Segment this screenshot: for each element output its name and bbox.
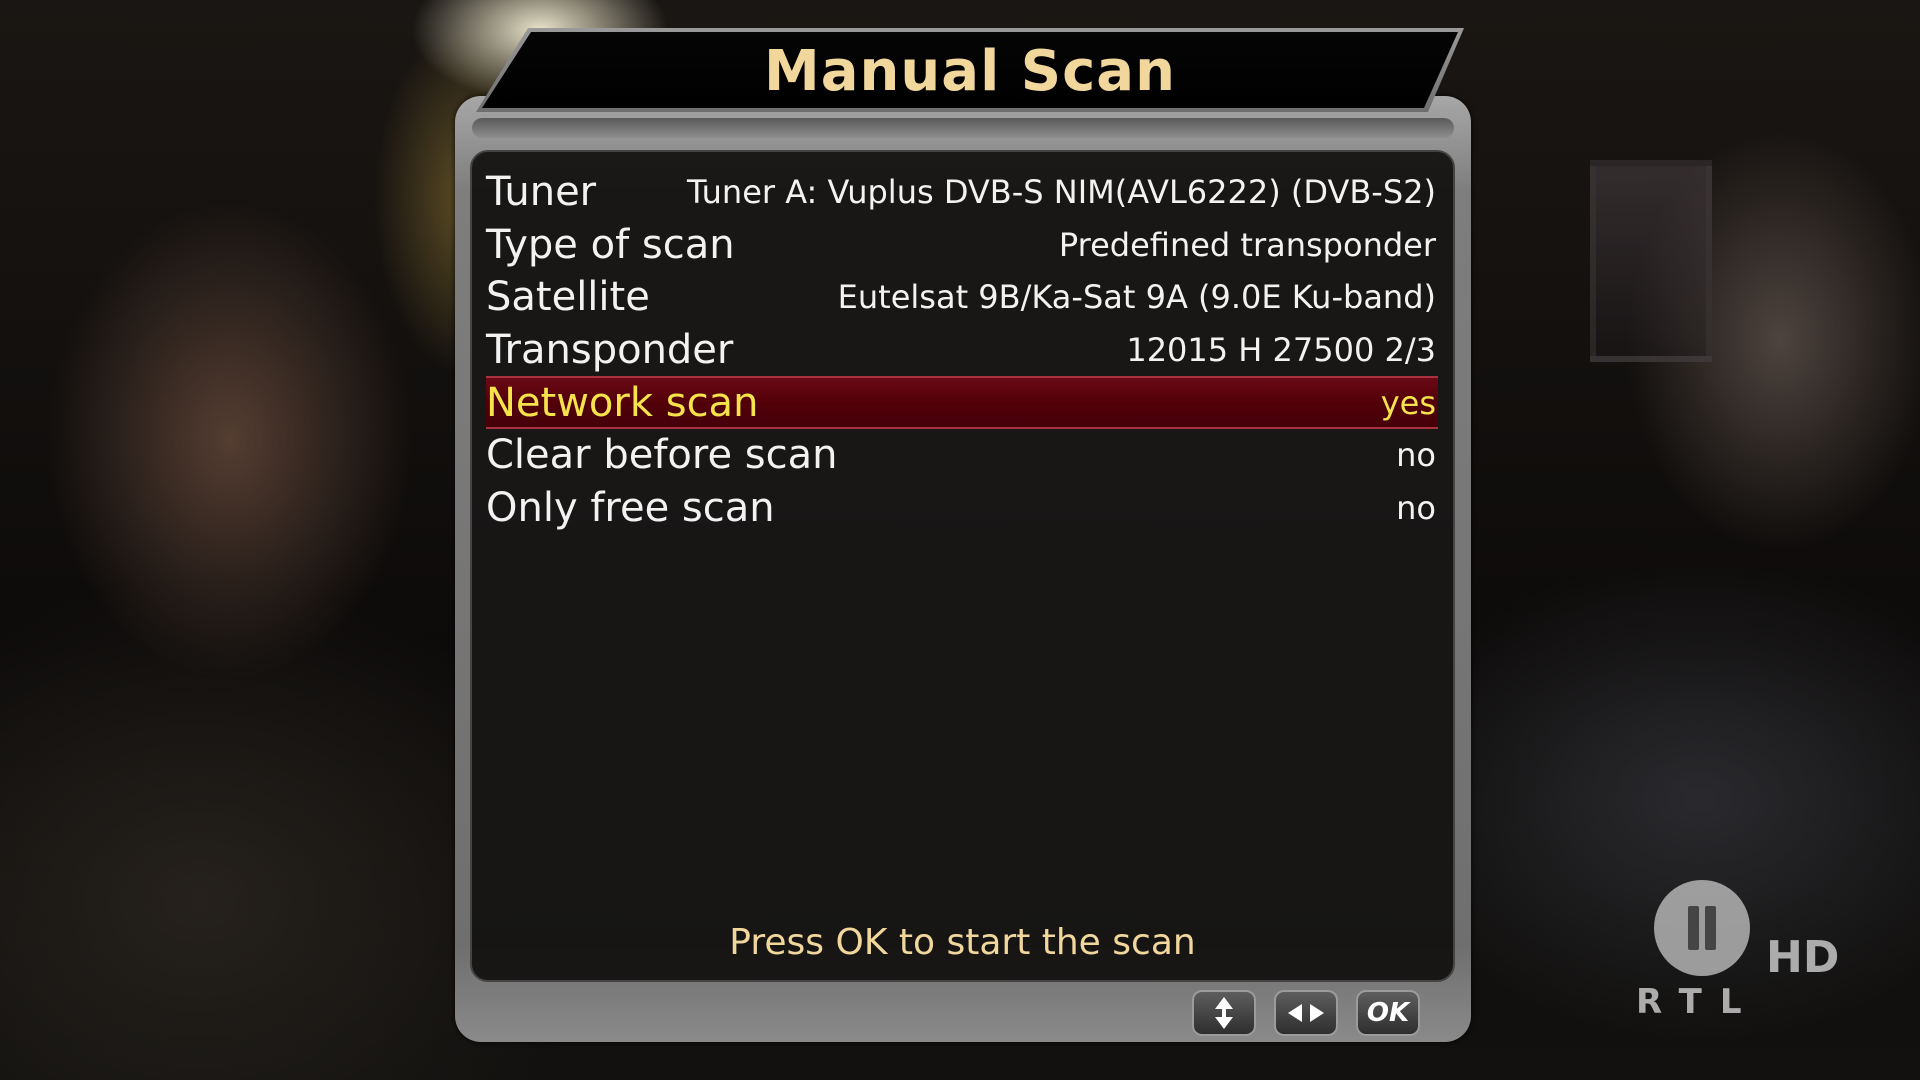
background-video	[1590, 160, 1712, 362]
setting-value: Eutelsat 9B/Ka-Sat 9A (9.0E Ku-band)	[837, 278, 1436, 317]
pause-bar-right	[1705, 906, 1716, 950]
setting-row-only-free-scan[interactable]: Only free scan no	[486, 482, 1438, 535]
leftright-key-button[interactable]	[1274, 990, 1338, 1036]
left-right-arrows-icon	[1288, 1004, 1324, 1022]
setting-label: Tuner	[486, 169, 597, 216]
setting-value: yes	[1380, 383, 1436, 422]
up-down-arrows-icon	[1215, 997, 1233, 1029]
pause-icon	[1654, 880, 1750, 976]
setting-label: Only free scan	[486, 484, 775, 531]
setting-label: Network scan	[486, 379, 759, 426]
setting-row-tuner[interactable]: Tuner Tuner A: Vuplus DVB-S NIM(AVL6222)…	[486, 166, 1438, 219]
setting-label: Satellite	[486, 274, 650, 321]
title-bar: Manual Scan	[482, 32, 1458, 108]
setting-label: Type of scan	[486, 221, 735, 268]
channel-logo: HD RTL	[1630, 880, 1870, 1022]
setting-value: Tuner A: Vuplus DVB-S NIM(AVL6222) (DVB-…	[686, 173, 1436, 212]
frame-groove	[472, 118, 1454, 138]
setting-value: Predefined transponder	[1058, 225, 1436, 264]
channel-name: RTL	[1636, 982, 1760, 1022]
setting-value: no	[1396, 436, 1436, 475]
start-scan-hint: Press OK to start the scan	[729, 922, 1196, 963]
hd-badge: HD	[1766, 932, 1840, 983]
setting-row-clear-before-scan[interactable]: Clear before scan no	[486, 429, 1438, 482]
tv-screen: Manual Scan Tuner Tuner A: Vuplus DVB-S …	[0, 0, 1920, 1080]
ok-key-button[interactable]: OK	[1356, 990, 1420, 1036]
setting-row-satellite[interactable]: Satellite Eutelsat 9B/Ka-Sat 9A (9.0E Ku…	[486, 271, 1438, 324]
setting-row-network-scan[interactable]: Network scan yes	[486, 376, 1438, 429]
dialog-title: Manual Scan	[764, 38, 1176, 104]
setting-label: Clear before scan	[486, 432, 838, 479]
settings-list: Tuner Tuner A: Vuplus DVB-S NIM(AVL6222)…	[486, 166, 1438, 534]
setting-row-type-of-scan[interactable]: Type of scan Predefined transponder	[486, 219, 1438, 272]
pause-bar-left	[1688, 906, 1699, 950]
setting-label: Transponder	[486, 327, 734, 374]
setting-value: no	[1396, 488, 1436, 527]
updown-key-button[interactable]	[1192, 990, 1256, 1036]
setting-row-transponder[interactable]: Transponder 12015 H 27500 2/3	[486, 324, 1438, 377]
setting-value: 12015 H 27500 2/3	[1126, 331, 1436, 370]
